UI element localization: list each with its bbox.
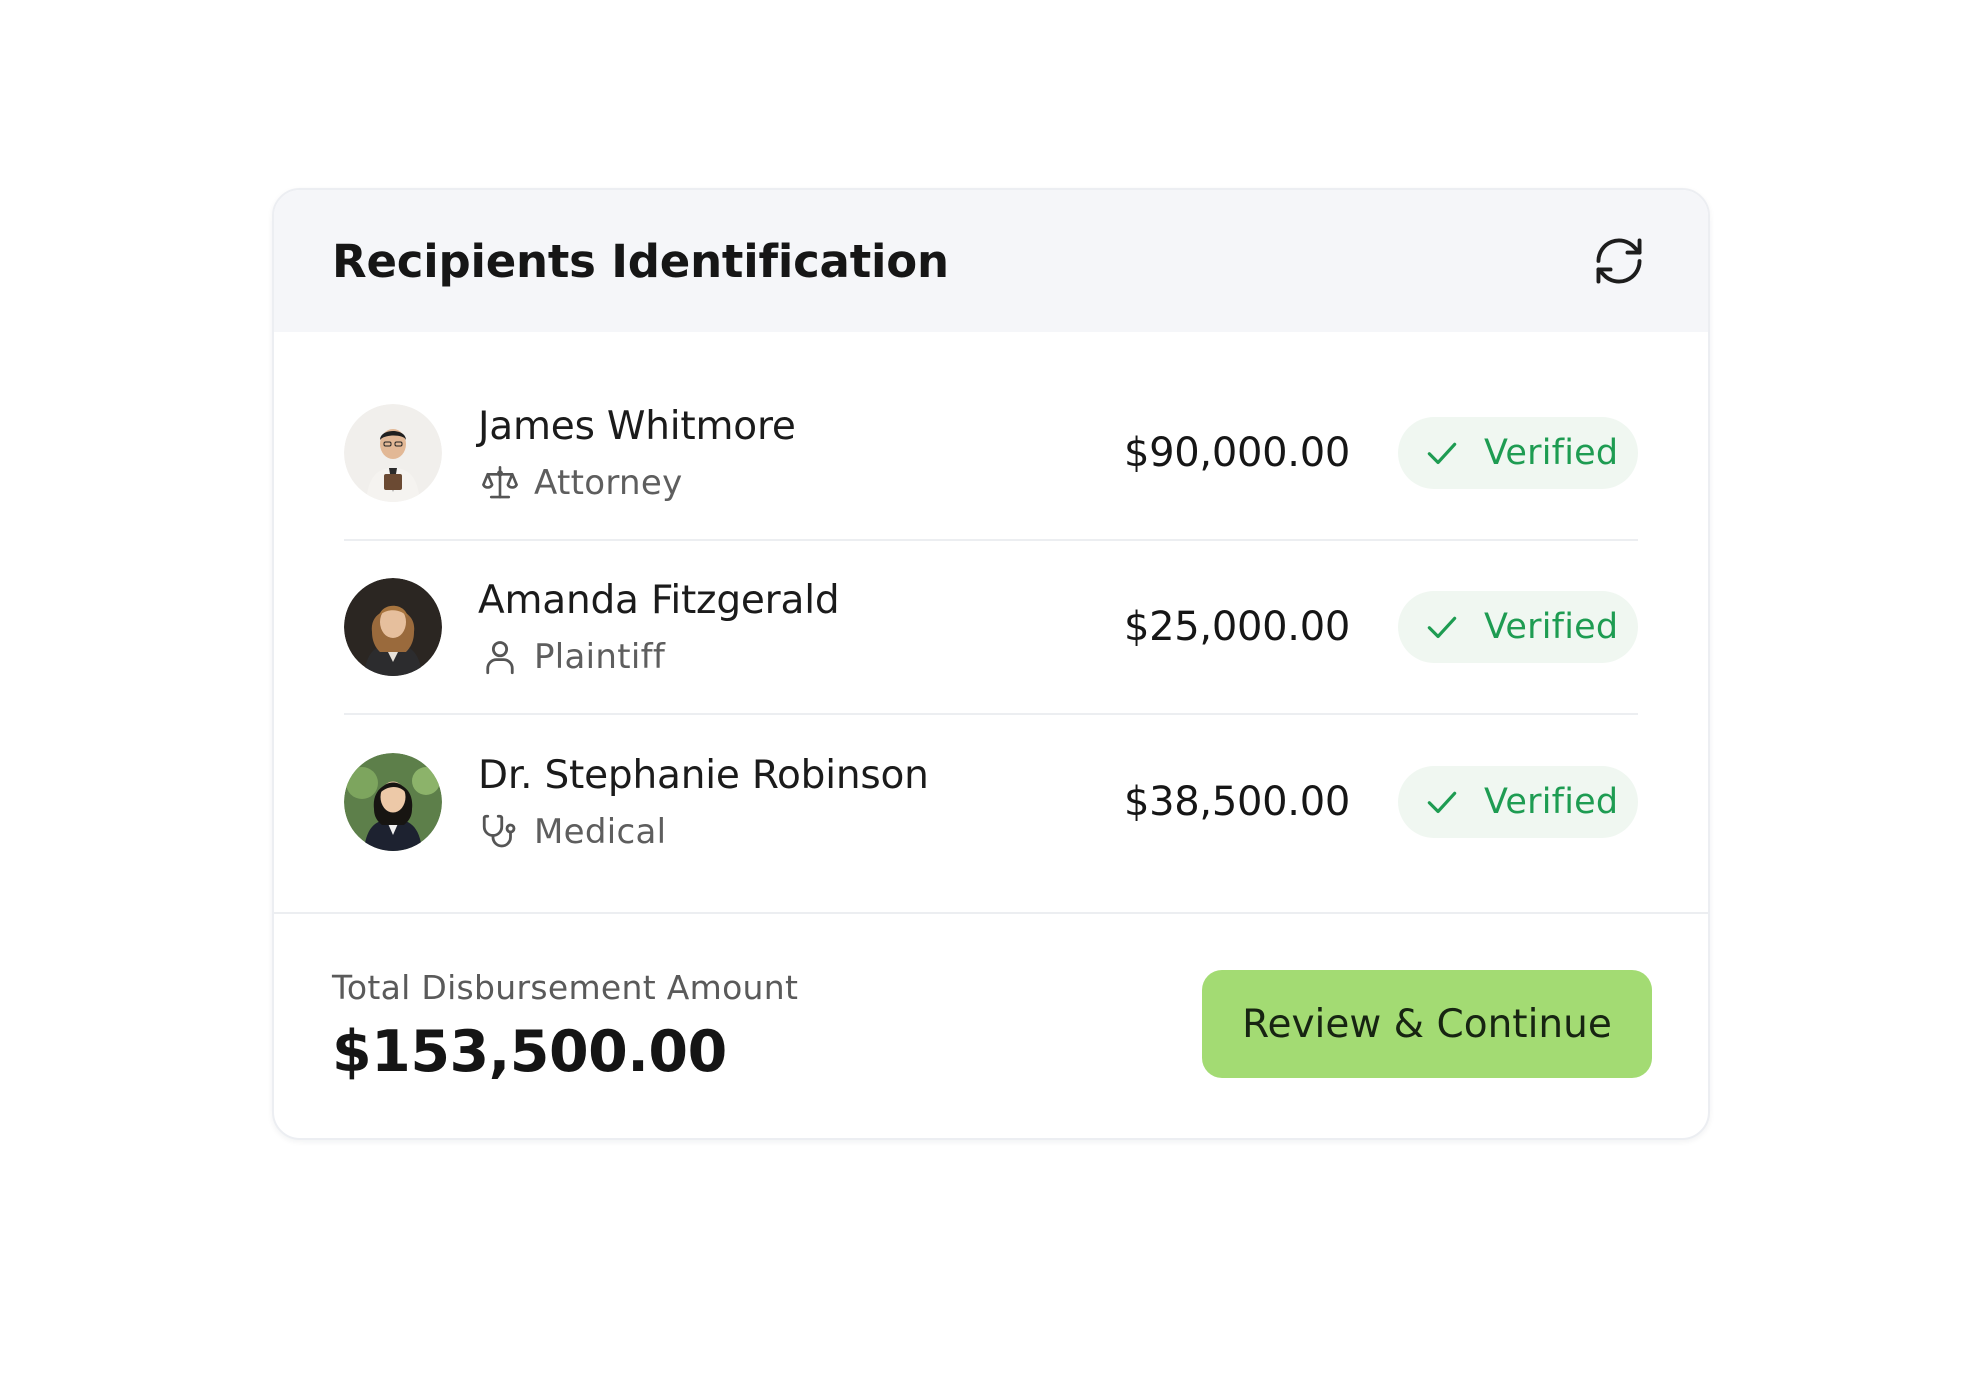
card-footer: Total Disbursement Amount $153,500.00 Re…	[274, 912, 1708, 1138]
recipient-role: Plaintiff	[478, 637, 1124, 677]
recipient-info: Dr. Stephanie Robinson Medical	[478, 752, 1124, 852]
verified-label: Verified	[1484, 433, 1619, 473]
verified-badge: Verified	[1398, 591, 1638, 663]
verified-label: Verified	[1484, 607, 1619, 647]
recipient-amount: $25,000.00	[1123, 604, 1350, 650]
review-continue-button[interactable]: Review & Continue	[1202, 970, 1652, 1078]
check-icon	[1422, 782, 1462, 822]
recipient-amount: $38,500.00	[1123, 779, 1350, 825]
recipient-role: Medical	[478, 812, 1124, 852]
verified-badge: Verified	[1398, 417, 1638, 489]
recipient-role: Attorney	[478, 463, 1124, 503]
stethoscope-icon	[478, 810, 522, 854]
total-label: Total Disbursement Amount	[332, 967, 799, 1007]
recipient-name: Dr. Stephanie Robinson	[478, 753, 929, 798]
recipient-name: James Whitmore	[478, 404, 796, 449]
avatar	[344, 578, 442, 676]
check-icon	[1422, 433, 1462, 473]
avatar	[344, 753, 442, 851]
scale-icon	[478, 461, 522, 505]
role-label: Plaintiff	[534, 637, 666, 677]
card-header: Recipients Identification	[274, 190, 1708, 332]
verified-label: Verified	[1484, 782, 1619, 822]
recipient-amount: $90,000.00	[1123, 430, 1350, 476]
verified-badge: Verified	[1398, 766, 1638, 838]
role-label: Medical	[534, 812, 667, 852]
recipient-row[interactable]: James Whitmore Attorney $90,000.00 Verif…	[344, 367, 1638, 541]
person-icon	[478, 635, 522, 679]
role-label: Attorney	[534, 463, 683, 503]
refresh-button[interactable]	[1588, 230, 1650, 292]
total-section: Total Disbursement Amount $153,500.00	[332, 968, 798, 1085]
refresh-icon	[1596, 238, 1642, 284]
recipient-row[interactable]: Dr. Stephanie Robinson Medical $38,500.0…	[344, 715, 1638, 889]
recipient-name: Amanda Fitzgerald	[478, 578, 840, 623]
total-amount: $153,500.00	[332, 1018, 727, 1085]
recipient-row[interactable]: Amanda Fitzgerald Plaintiff $25,000.00 V…	[344, 541, 1638, 715]
card-title: Recipients Identification	[332, 234, 949, 288]
recipient-info: James Whitmore Attorney	[478, 403, 1124, 503]
recipients-list: James Whitmore Attorney $90,000.00 Verif…	[274, 332, 1708, 889]
avatar	[344, 404, 442, 502]
recipients-card: Recipients Identification James Whitmore…	[272, 188, 1710, 1140]
recipient-info: Amanda Fitzgerald Plaintiff	[478, 577, 1124, 677]
check-icon	[1422, 607, 1462, 647]
